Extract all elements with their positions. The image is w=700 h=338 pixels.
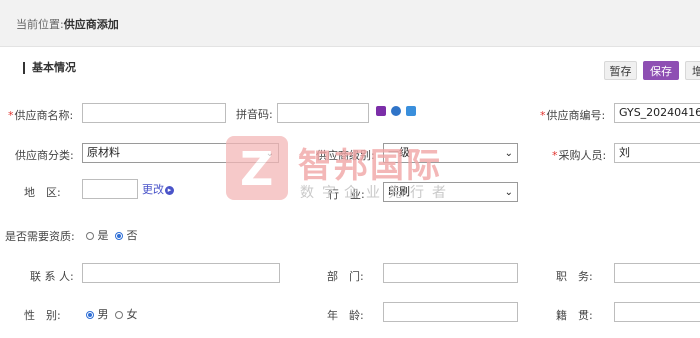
native-place-label: 籍 贯: — [556, 309, 593, 322]
section-title: 基本情况 — [23, 62, 76, 74]
industry-select[interactable]: 印刷 ⌄ — [383, 182, 518, 202]
required-mark: * — [8, 109, 14, 122]
native-place-input[interactable] — [614, 302, 700, 322]
contact-label: 联 系 人: — [30, 270, 74, 283]
qualification-yes-radio[interactable] — [86, 232, 94, 240]
chevron-down-icon: ⌄ — [265, 148, 274, 159]
age-input[interactable] — [383, 302, 518, 322]
contact-input[interactable] — [82, 263, 280, 283]
industry-label: 行 业: — [328, 188, 365, 201]
level-label: 供应商级别: — [316, 149, 375, 162]
level-value: 一级 — [388, 146, 410, 159]
region-input[interactable] — [82, 179, 138, 199]
pinyin-label: 拼音码: — [236, 108, 273, 121]
pinyin-input[interactable] — [277, 103, 369, 123]
category-label: 供应商分类: — [15, 149, 74, 162]
supplier-code-label: *供应商编号: — [540, 109, 606, 122]
gender-options: 男 女 — [86, 306, 138, 322]
chevron-down-icon: ⌄ — [504, 187, 513, 198]
qualification-yes-label: 是 — [97, 229, 109, 242]
supplier-name-input[interactable] — [82, 103, 226, 123]
gender-female-label: 女 — [126, 308, 138, 321]
position-label: 职 务: — [556, 270, 593, 283]
more-button[interactable]: 增 — [685, 61, 700, 80]
breadcrumb-prefix: 当前位置: — [16, 18, 64, 31]
qualification-options: 是 否 — [86, 227, 138, 243]
qualification-no-radio[interactable] — [115, 232, 123, 240]
change-region-link[interactable]: 更改 ▸ — [142, 181, 174, 197]
gender-male-label: 男 — [97, 308, 109, 321]
department-label: 部 门: — [327, 270, 364, 283]
level-select[interactable]: 一级 ⌄ — [383, 143, 518, 163]
category-value: 原材料 — [87, 146, 120, 159]
gender-label: 性 别: — [24, 309, 61, 322]
supplier-code-input[interactable]: GYS_2024041601 — [614, 103, 700, 123]
supplier-name-label: *供应商名称: — [8, 109, 74, 122]
required-mark: * — [552, 149, 558, 162]
arrow-right-icon: ▸ — [165, 185, 174, 195]
qualification-no-label: 否 — [126, 229, 138, 242]
buyer-label: *采购人员: — [552, 149, 607, 162]
gender-male-radio[interactable] — [86, 311, 94, 319]
region-label: 地 区: — [24, 186, 61, 199]
age-label: 年 龄: — [327, 309, 364, 322]
globe-icon[interactable] — [391, 106, 401, 116]
breadcrumb-current: 供应商添加 — [63, 18, 119, 31]
buyer-input[interactable]: 刘 — [614, 143, 700, 163]
category-select[interactable]: 原材料 ⌄ — [82, 143, 279, 163]
breadcrumb: 当前位置:供应商添加 — [16, 16, 119, 32]
save-button[interactable]: 保存 — [643, 61, 679, 80]
search-icon[interactable] — [406, 106, 416, 116]
chevron-down-icon: ⌄ — [504, 148, 513, 159]
department-input[interactable] — [383, 263, 518, 283]
required-mark: * — [540, 109, 546, 122]
position-input[interactable] — [614, 263, 700, 283]
breadcrumb-bar: 当前位置:供应商添加 — [0, 0, 700, 47]
qualification-label: 是否需要资质: — [5, 230, 75, 243]
temp-save-button[interactable]: 暂存 — [604, 61, 637, 80]
image-icon[interactable] — [376, 106, 386, 116]
industry-value: 印刷 — [388, 185, 410, 198]
gender-female-radio[interactable] — [115, 311, 123, 319]
